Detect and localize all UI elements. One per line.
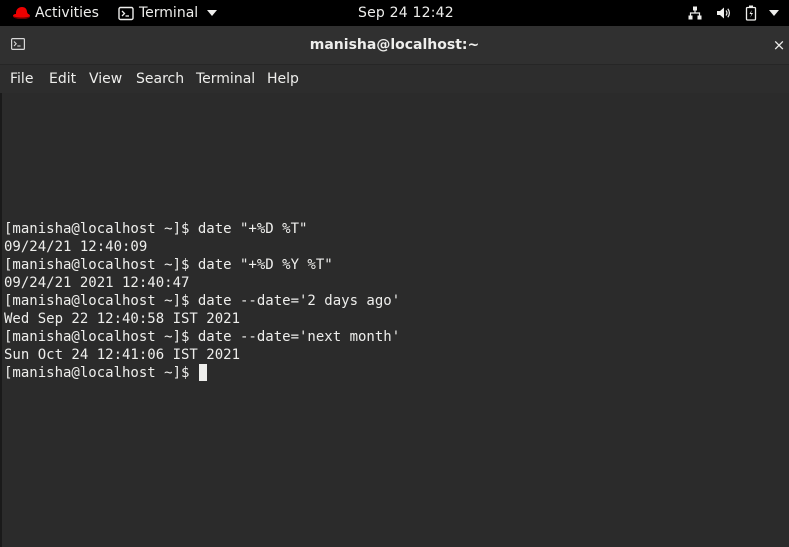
- redhat-logo-icon: [12, 6, 31, 20]
- menu-bar: File Edit View Search Terminal Help: [0, 65, 789, 93]
- menu-view[interactable]: View: [89, 65, 122, 93]
- clock[interactable]: Sep 24 12:42: [358, 0, 454, 26]
- close-button[interactable]: ×: [769, 35, 789, 55]
- terminal-line: [manisha@localhost ~]$ date "+%D %T": [4, 221, 308, 237]
- terminal-line: Sun Oct 24 12:41:06 IST 2021: [4, 347, 241, 363]
- volume-icon: [716, 6, 731, 20]
- activities-label: Activities: [35, 5, 99, 21]
- terminal-app-icon: [118, 6, 134, 21]
- terminal-prompt: [manisha@localhost ~]$: [4, 365, 198, 381]
- system-tray[interactable]: [688, 0, 779, 26]
- text-cursor: [198, 364, 207, 381]
- window-title: manisha@localhost:~: [309, 37, 480, 53]
- network-icon: [688, 6, 702, 20]
- terminal-prompt-line[interactable]: [manisha@localhost ~]$: [4, 364, 400, 382]
- terminal-line: [manisha@localhost ~]$ date --date='2 da…: [4, 293, 401, 309]
- desktop-screen: Activities Terminal Sep 24 12:42 manisha…: [0, 0, 789, 547]
- menu-edit[interactable]: Edit: [49, 65, 76, 93]
- window-titlebar[interactable]: manisha@localhost:~ ×: [0, 26, 789, 65]
- terminal-window: manisha@localhost:~ × File Edit View Sea…: [0, 26, 789, 547]
- terminal-line: [manisha@localhost ~]$ date "+%D %Y %T": [4, 257, 333, 273]
- menu-help[interactable]: Help: [267, 65, 299, 93]
- activities-button[interactable]: Activities: [12, 0, 99, 26]
- battery-icon: [745, 5, 759, 21]
- terminal-line: 09/24/21 12:40:09: [4, 239, 148, 255]
- chevron-down-icon: [769, 10, 779, 16]
- app-menu-button[interactable]: Terminal: [118, 0, 217, 26]
- caret-down-icon: [206, 10, 217, 16]
- menu-terminal[interactable]: Terminal: [196, 65, 255, 93]
- terminal-line: [manisha@localhost ~]$ date --date='next…: [4, 329, 401, 345]
- app-menu-label: Terminal: [139, 5, 199, 21]
- menu-search[interactable]: Search: [136, 65, 184, 93]
- close-icon: ×: [772, 36, 786, 54]
- terminal-output[interactable]: [manisha@localhost ~]$ date "+%D %T" 09/…: [0, 93, 789, 547]
- menu-file[interactable]: File: [10, 65, 33, 93]
- terminal-line: 09/24/21 2021 12:40:47: [4, 275, 190, 291]
- terminal-lines: [manisha@localhost ~]$ date "+%D %T" 09/…: [4, 220, 400, 382]
- terminal-line: Wed Sep 22 12:40:58 IST 2021: [4, 311, 241, 327]
- top-bar: Activities Terminal Sep 24 12:42: [0, 0, 789, 26]
